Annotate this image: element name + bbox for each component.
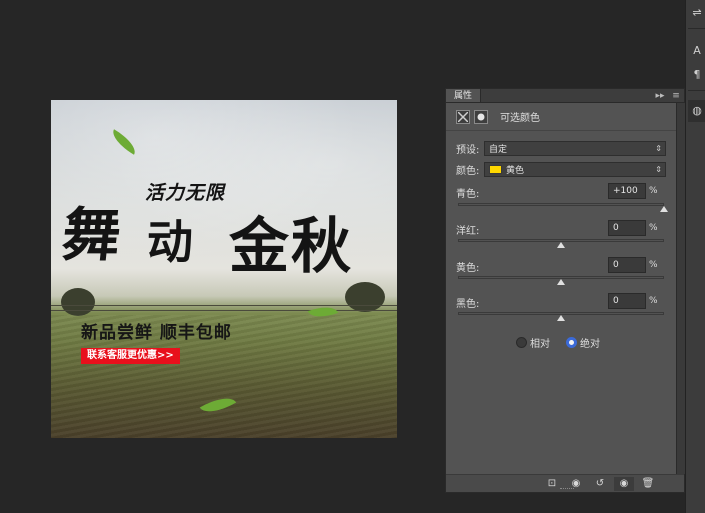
magenta-percent: % [649, 223, 658, 233]
color-swatch [489, 165, 502, 174]
radio-relative-dot[interactable] [516, 337, 527, 348]
resize-grip[interactable] [560, 488, 574, 491]
panel-scrollbar[interactable] [676, 103, 685, 474]
cyan-value-input[interactable]: +100 [608, 183, 646, 199]
magenta-label: 洋红: [456, 226, 480, 237]
black-label: 黑色: [456, 299, 480, 310]
fence [51, 305, 397, 311]
radio-relative-label: 相对 [530, 339, 550, 350]
chevron-updown-icon: ⇕ [655, 165, 662, 174]
method-radio-group: 相对 绝对 [516, 335, 600, 350]
mask-icon[interactable] [474, 109, 488, 124]
cyan-slider-track[interactable] [458, 203, 664, 206]
radio-relative[interactable]: 相对 [516, 335, 550, 350]
color-dropdown[interactable]: 黄色 ⇕ [484, 162, 666, 177]
promo-banner: 联系客服更优惠>> [81, 348, 180, 364]
preset-row: 预设: 自定 ⇕ [456, 141, 666, 156]
yellow-value-input[interactable]: 0 [608, 257, 646, 273]
cyan-slider-thumb[interactable] [660, 206, 668, 212]
trash-icon[interactable]: 🗑 [638, 477, 658, 491]
headline-second: 动 [147, 215, 193, 269]
panel-header: 可选颜色 [446, 103, 684, 131]
adjustment-icon[interactable] [456, 109, 470, 124]
cyan-percent: % [649, 186, 658, 196]
radio-absolute-dot[interactable] [566, 337, 577, 348]
headline-main: 舞 [58, 201, 125, 269]
panel-titlebar: 属性 ▸▸ ≡ [446, 89, 684, 103]
document-canvas[interactable]: 舞 活力无限 动 金秋 新品尝鲜 顺丰包邮 联系客服更优惠>> [51, 100, 397, 438]
character-icon[interactable]: A [690, 44, 704, 58]
panel-footer: ⊡ ◉ ↺ ◉ 🗑 [446, 474, 684, 492]
black-percent: % [649, 296, 658, 306]
panel-menu-icon[interactable]: ≡ [668, 89, 684, 102]
visibility-eye-icon[interactable]: ◉ [614, 476, 634, 491]
magenta-value-input[interactable]: 0 [608, 220, 646, 236]
radio-absolute[interactable]: 绝对 [566, 335, 600, 350]
chevron-updown-icon: ⇕ [655, 144, 662, 153]
swap-icon[interactable]: ⇌ [690, 6, 704, 20]
headline-small: 活力无限 [145, 182, 226, 204]
yellow-label: 黄色: [456, 263, 480, 274]
reset-icon[interactable]: ↺ [590, 477, 610, 491]
magenta-slider-thumb[interactable] [557, 242, 565, 248]
radio-absolute-label: 绝对 [580, 339, 600, 350]
color-row: 颜色: 黄色 ⇕ [456, 162, 666, 177]
clip-to-layer-icon[interactable]: ⊡ [542, 477, 562, 491]
properties-icon[interactable]: ◍ [688, 100, 705, 122]
black-value-input[interactable]: 0 [608, 293, 646, 309]
color-label: 颜色: [456, 166, 480, 177]
yellow-slider-thumb[interactable] [557, 279, 565, 285]
preset-value: 自定 [489, 145, 508, 155]
properties-panel: 属性 ▸▸ ≡ 可选颜色 预设: 自定 ⇕ 颜色: 黄色 ⇕ 青色: +100 … [445, 88, 685, 493]
headline-third: 金秋 [229, 212, 353, 282]
yellow-percent: % [649, 260, 658, 270]
right-dock: ⇌ A ¶ ◍ [685, 0, 705, 513]
color-value: 黄色 [506, 166, 525, 176]
tab-properties[interactable]: 属性 [446, 89, 482, 102]
black-slider-thumb[interactable] [557, 315, 565, 321]
adjustment-title: 可选颜色 [500, 113, 540, 124]
cyan-label: 青色: [456, 189, 480, 200]
preset-dropdown[interactable]: 自定 ⇕ [484, 141, 666, 156]
paragraph-icon[interactable]: ¶ [690, 68, 704, 82]
tree-left [61, 288, 95, 316]
subheading: 新品尝鲜 顺丰包邮 [81, 323, 232, 343]
collapse-icon[interactable]: ▸▸ [652, 89, 668, 102]
preset-label: 预设: [456, 145, 480, 156]
